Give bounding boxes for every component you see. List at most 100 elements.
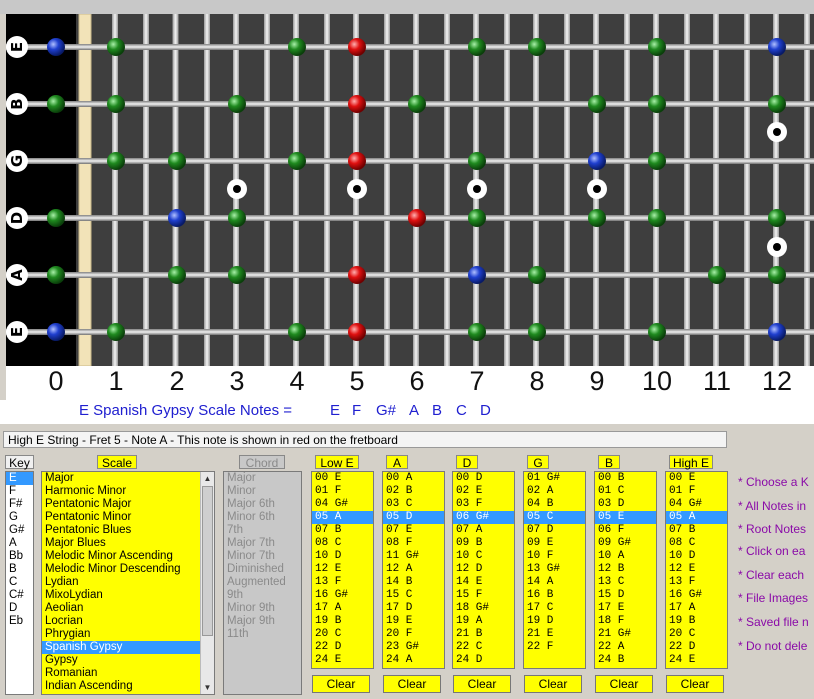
string-note-item[interactable]: 08 C (312, 537, 373, 550)
string-notes-listbox[interactable]: 00 E 01 F 04 G# 05 A 07 B 08 C 10 D 12 E 13 F 16 … (311, 471, 374, 669)
scale-list-item[interactable]: Pentatonic Minor (42, 511, 214, 524)
note-marker-blue[interactable] (468, 266, 486, 284)
string-note-item[interactable]: 01 G# (524, 472, 585, 485)
string-note-item[interactable]: 00 E (666, 472, 727, 485)
string-note-item[interactable]: 05 A (312, 511, 373, 524)
key-listbox[interactable]: E F F# G G# A Bb B C C# D Eb (5, 471, 34, 695)
key-list-item[interactable]: A (6, 537, 33, 550)
string-note-item[interactable]: 24 A (383, 654, 444, 667)
string-note-item[interactable]: 12 B (595, 563, 656, 576)
string-note-item[interactable]: 07 B (666, 524, 727, 537)
note-marker-green[interactable] (648, 323, 666, 341)
string-notes-listbox[interactable]: 01 G# 02 A 04 B 05 C 07 D 09 E 10 F 13 G# 14 A 16… (523, 471, 586, 669)
scale-scrollbar[interactable]: ▲ ▼ (200, 472, 214, 694)
note-marker-green[interactable] (768, 266, 786, 284)
string-note-item[interactable]: 04 G# (666, 498, 727, 511)
string-notes-listbox[interactable]: 00 A 02 B 03 C 05 D 07 E 08 F 11 G# 12 A 14 B 15 … (382, 471, 445, 669)
string-note-item[interactable]: 17 D (383, 602, 444, 615)
string-note-item[interactable]: 12 A (383, 563, 444, 576)
scale-list-item[interactable]: Melodic Minor Ascending (42, 550, 214, 563)
string-note-item[interactable]: 09 B (453, 537, 514, 550)
string-note-item[interactable]: 15 D (595, 589, 656, 602)
scale-list-item[interactable]: Major Blues (42, 537, 214, 550)
string-note-item[interactable]: 09 E (524, 537, 585, 550)
string-notes-listbox[interactable]: 00 E 01 F 04 G# 05 A 07 B 08 C 10 D 12 E 13 F 16 … (665, 471, 728, 669)
scale-list-item[interactable]: Gypsy (42, 654, 214, 667)
scale-list-item[interactable]: Aeolian (42, 602, 214, 615)
key-list-item[interactable]: Bb (6, 550, 33, 563)
string-note-item[interactable]: 08 F (383, 537, 444, 550)
note-marker-green[interactable] (168, 152, 186, 170)
note-marker-green[interactable] (107, 152, 125, 170)
string-note-item[interactable]: 16 B (524, 589, 585, 602)
string-note-item[interactable]: 21 E (524, 628, 585, 641)
note-marker-red[interactable] (348, 266, 366, 284)
string-note-item[interactable]: 22 A (595, 641, 656, 654)
note-marker-green[interactable] (528, 38, 546, 56)
note-marker-green[interactable] (468, 152, 486, 170)
string-note-item[interactable]: 14 B (383, 576, 444, 589)
string-note-item[interactable]: 18 G# (453, 602, 514, 615)
string-note-item[interactable]: 10 F (524, 550, 585, 563)
note-marker-green[interactable] (648, 152, 666, 170)
string-note-item[interactable]: 01 F (666, 485, 727, 498)
string-note-item[interactable]: 20 C (312, 628, 373, 641)
string-note-item[interactable]: 24 B (595, 654, 656, 667)
string-note-item[interactable]: 19 E (383, 615, 444, 628)
string-note-item[interactable]: 21 G# (595, 628, 656, 641)
string-note-item[interactable]: 17 A (666, 602, 727, 615)
note-marker-red[interactable] (348, 38, 366, 56)
string-note-item[interactable]: 14 A (524, 576, 585, 589)
string-note-item[interactable]: 04 B (524, 498, 585, 511)
string-note-item[interactable]: 19 D (524, 615, 585, 628)
string-notes-listbox[interactable]: 00 D 02 E 03 F 06 G# 07 A 09 B 10 C 12 D 14 E 15 … (452, 471, 515, 669)
note-marker-green[interactable] (288, 323, 306, 341)
note-marker-green[interactable] (708, 266, 726, 284)
string-note-item[interactable]: 24 E (666, 654, 727, 667)
note-marker-red[interactable] (348, 152, 366, 170)
string-note-item[interactable]: 19 B (312, 615, 373, 628)
string-note-item[interactable]: 10 D (666, 550, 727, 563)
string-note-item[interactable]: 00 B (595, 472, 656, 485)
note-marker-green[interactable] (47, 95, 65, 113)
scale-list-item[interactable]: Phrygian (42, 628, 214, 641)
note-marker-green[interactable] (228, 209, 246, 227)
string-note-item[interactable]: 02 B (383, 485, 444, 498)
note-marker-green[interactable] (107, 323, 125, 341)
scroll-down-icon[interactable]: ▼ (201, 681, 214, 694)
string-note-item[interactable]: 23 G# (383, 641, 444, 654)
scale-list-item[interactable]: MixoLydian (42, 589, 214, 602)
string-note-item[interactable]: 16 G# (666, 589, 727, 602)
note-marker-red[interactable] (348, 95, 366, 113)
string-note-item[interactable]: 12 E (666, 563, 727, 576)
note-marker-green[interactable] (288, 38, 306, 56)
string-note-item[interactable]: 20 F (383, 628, 444, 641)
string-note-item[interactable]: 18 F (595, 615, 656, 628)
note-marker-green[interactable] (168, 266, 186, 284)
scale-list-item[interactable]: Lydian (42, 576, 214, 589)
note-marker-green[interactable] (768, 95, 786, 113)
note-marker-green[interactable] (228, 266, 246, 284)
note-marker-blue[interactable] (588, 152, 606, 170)
note-marker-green[interactable] (468, 38, 486, 56)
note-marker-green[interactable] (107, 38, 125, 56)
string-note-item[interactable]: 07 A (453, 524, 514, 537)
string-note-item[interactable]: 00 D (453, 472, 514, 485)
string-note-item[interactable]: 02 E (453, 485, 514, 498)
scale-list-item[interactable]: Major (42, 472, 214, 485)
key-list-item[interactable]: C (6, 576, 33, 589)
scale-list-item[interactable]: Melodic Minor Descending (42, 563, 214, 576)
note-marker-green[interactable] (288, 152, 306, 170)
note-marker-green[interactable] (768, 209, 786, 227)
key-list-item[interactable]: E (6, 472, 33, 485)
string-note-item[interactable]: 21 B (453, 628, 514, 641)
key-list-item[interactable]: Eb (6, 615, 33, 628)
string-note-item[interactable]: 08 C (666, 537, 727, 550)
scale-list-item[interactable]: Spanish Gypsy (42, 641, 214, 654)
note-marker-green[interactable] (648, 38, 666, 56)
string-note-item[interactable]: 17 C (524, 602, 585, 615)
string-note-item[interactable]: 20 C (666, 628, 727, 641)
scale-list-item[interactable]: Pentatonic Blues (42, 524, 214, 537)
string-note-item[interactable]: 19 A (453, 615, 514, 628)
string-note-item[interactable]: 03 C (383, 498, 444, 511)
